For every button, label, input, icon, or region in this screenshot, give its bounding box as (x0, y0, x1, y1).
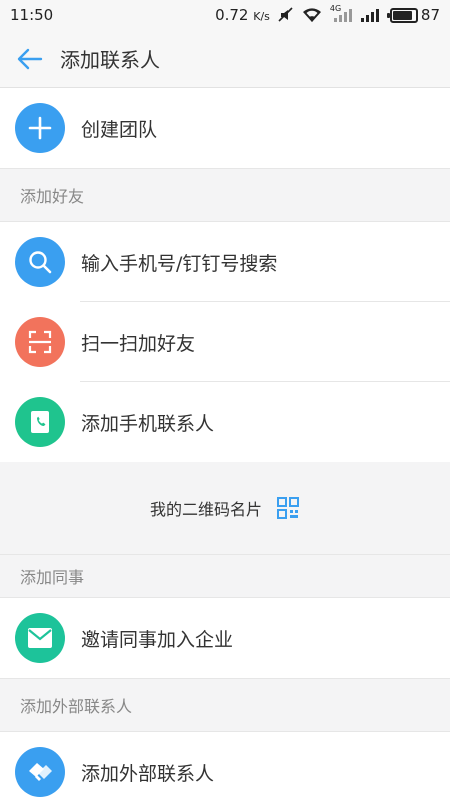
wifi-icon (302, 7, 322, 23)
arrow-left-icon (17, 48, 43, 69)
battery-indicator: 87 (386, 6, 440, 24)
my-qr-card[interactable]: 我的二维码名片 (0, 462, 450, 554)
handshake-icon (15, 747, 65, 797)
qr-code-icon (277, 497, 299, 519)
mail-icon (15, 613, 65, 663)
page-title: 添加联系人 (60, 48, 160, 72)
invite-colleague-label: 邀请同事加入企业 (81, 628, 234, 651)
search-phone-item[interactable]: 输入手机号/钉钉号搜索 (0, 222, 450, 302)
section-header-friends: 添加好友 (0, 168, 450, 222)
scan-friend-label: 扫一扫加好友 (81, 332, 196, 355)
invite-colleague-item[interactable]: 邀请同事加入企业 (0, 598, 450, 678)
network-speed: 0.72 K/s (215, 6, 270, 24)
app-header: 添加联系人 (0, 30, 450, 88)
section-header-colleagues: 添加同事 (0, 554, 450, 598)
signal-4g-icon: 4G (330, 4, 352, 23)
search-phone-label: 输入手机号/钉钉号搜索 (81, 252, 278, 275)
add-external-item[interactable]: 添加外部联系人 (0, 732, 450, 800)
plus-icon (15, 103, 65, 153)
add-external-label: 添加外部联系人 (81, 762, 215, 785)
status-time: 11:50 (10, 6, 54, 24)
section-header-external: 添加外部联系人 (0, 678, 450, 732)
phone-book-icon (15, 397, 65, 447)
mute-icon (278, 7, 294, 23)
back-button[interactable] (0, 30, 60, 88)
battery-icon (386, 7, 418, 23)
status-bar: 11:50 0.72 K/s 4G 87 (0, 0, 450, 30)
qr-card-label: 我的二维码名片 (149, 500, 262, 519)
signal-icon (360, 7, 382, 23)
phone-contacts-label: 添加手机联系人 (81, 412, 215, 435)
battery-level: 87 (420, 6, 440, 24)
scan-icon (15, 317, 65, 367)
status-icons: 0.72 K/s 4G 87 (215, 4, 440, 24)
search-icon (15, 237, 65, 287)
phone-contacts-item[interactable]: 添加手机联系人 (0, 382, 450, 462)
create-team-item[interactable]: 创建团队 (0, 88, 450, 168)
scan-friend-item[interactable]: 扫一扫加好友 (0, 302, 450, 382)
create-team-label: 创建团队 (81, 118, 158, 141)
